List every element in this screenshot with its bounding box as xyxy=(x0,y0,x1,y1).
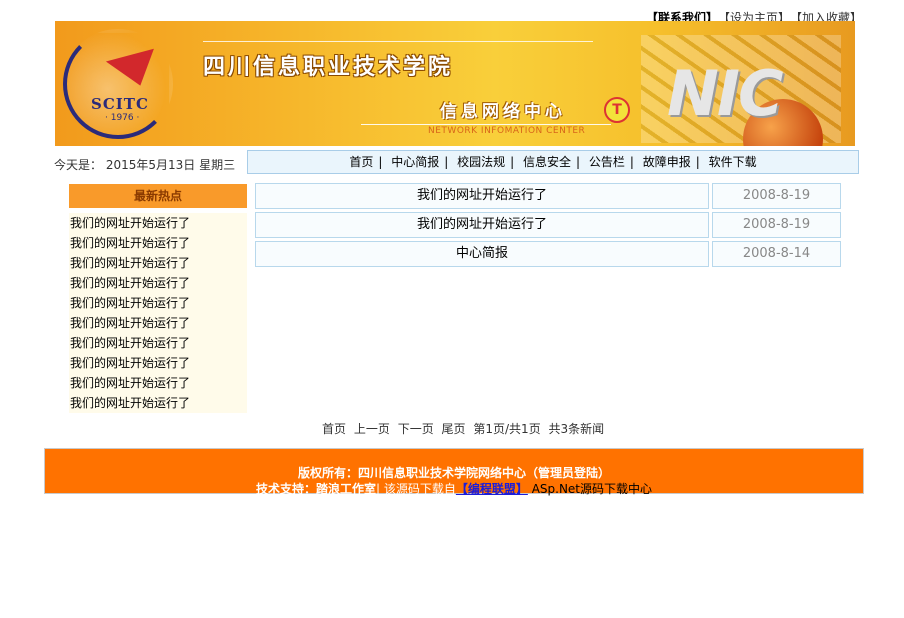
main-nav: 首页 | 中心简报 | 校园法规 | 信息安全 | 公告栏 | 故障申报 | 软件下载 xyxy=(247,150,859,174)
pagination: 首页 上一页 下一页 尾页 第1页/共1页 共3条新闻 xyxy=(322,420,608,437)
nav-separator: | xyxy=(629,155,634,169)
news-title[interactable]: 中心简报 xyxy=(255,241,709,267)
today-value: 2015年5月13日 星期三 xyxy=(105,158,236,172)
nav-separator: | xyxy=(378,155,383,169)
nav-separator: | xyxy=(695,155,700,169)
center-english-name: NETWORK INFOMATION CENTER xyxy=(428,126,586,136)
aspnet-link[interactable]: ASp.Net源码下载中心 xyxy=(528,482,652,496)
hot-news-item[interactable]: 我们的网址开始运行了 xyxy=(69,273,247,293)
banner-divider xyxy=(203,41,593,42)
nav-item-fault-report[interactable]: 故障申报 xyxy=(643,155,691,169)
hot-news-item[interactable]: 我们的网址开始运行了 xyxy=(69,373,247,393)
nav-item-download[interactable]: 软件下载 xyxy=(709,155,757,169)
t-mark-icon: T xyxy=(604,97,630,123)
pager-last[interactable]: 尾页 xyxy=(442,422,466,436)
news-title[interactable]: 我们的网址开始运行了 xyxy=(255,183,709,209)
pager-prev[interactable]: 上一页 xyxy=(354,422,390,436)
hot-news-item[interactable]: 我们的网址开始运行了 xyxy=(69,353,247,373)
logo-text: SCITC xyxy=(91,95,149,113)
today-date: 今天是： 2015年5月13日 星期三 xyxy=(54,156,235,173)
school-name: 四川信息职业技术学院 xyxy=(203,55,454,80)
nav-item-brief[interactable]: 中心简报 xyxy=(391,155,439,169)
download-from-text: | 该源码下载自 xyxy=(376,482,456,496)
footer-copyright-line: 版权所有：四川信息职业技术学院网络中心（管理员登陆） xyxy=(45,464,863,481)
nav-separator: | xyxy=(444,155,449,169)
nav-separator: | xyxy=(576,155,581,169)
studio-link[interactable]: 踏浪工作室 xyxy=(316,482,376,496)
today-label: 今天是： xyxy=(54,158,103,172)
hot-news-item[interactable]: 我们的网址开始运行了 xyxy=(69,313,247,333)
footer-support-line: 技术支持：踏浪工作室| 该源码下载自【编程联盟】 ASp.Net源码下载中心 xyxy=(45,480,863,497)
news-date: 2008-8-14 xyxy=(712,241,841,267)
hot-news-item[interactable]: 我们的网址开始运行了 xyxy=(69,233,247,253)
nav-item-rules[interactable]: 校园法规 xyxy=(457,155,505,169)
hot-news-list: 我们的网址开始运行了 我们的网址开始运行了 我们的网址开始运行了 我们的网址开始… xyxy=(69,213,247,413)
hot-news-item[interactable]: 我们的网址开始运行了 xyxy=(69,213,247,233)
logo-year: · 1976 · xyxy=(105,113,140,123)
hot-news-item[interactable]: 我们的网址开始运行了 xyxy=(69,393,247,413)
pager-total: 共3条新闻 xyxy=(548,422,605,436)
copyright-end: ） xyxy=(598,466,611,480)
nav-separator: | xyxy=(510,155,515,169)
hot-news-item[interactable]: 我们的网址开始运行了 xyxy=(69,333,247,353)
hot-news-item[interactable]: 我们的网址开始运行了 xyxy=(69,293,247,313)
copyright-text: 版权所有：四川信息职业技术学院网络中心（ xyxy=(297,466,538,480)
pager-page-info: 第1页/共1页 xyxy=(473,422,541,436)
news-title[interactable]: 我们的网址开始运行了 xyxy=(255,212,709,238)
nav-item-home[interactable]: 首页 xyxy=(349,155,373,169)
center-name: 信息网络中心 xyxy=(440,102,566,122)
news-date: 2008-8-19 xyxy=(712,183,841,209)
nav-item-security[interactable]: 信息安全 xyxy=(523,155,571,169)
union-link[interactable]: 【编程联盟】 xyxy=(456,482,528,496)
pager-first[interactable]: 首页 xyxy=(322,422,346,436)
news-date: 2008-8-19 xyxy=(712,212,841,238)
admin-login-link[interactable]: 管理员登陆 xyxy=(538,466,598,480)
pager-next[interactable]: 下一页 xyxy=(398,422,434,436)
nav-item-notice[interactable]: 公告栏 xyxy=(589,155,625,169)
footer: 版权所有：四川信息职业技术学院网络中心（管理员登陆） 技术支持：踏浪工作室| 该… xyxy=(44,448,864,497)
support-label: 技术支持： xyxy=(255,482,316,496)
nic-logo: NIC xyxy=(667,57,783,130)
banner-divider-2 xyxy=(361,124,611,125)
hot-news-item[interactable]: 我们的网址开始运行了 xyxy=(69,253,247,273)
hot-news-title: 最新热点 xyxy=(69,184,247,208)
header-banner: SCITC · 1976 · 四川信息职业技术学院 信息网络中心 NETWORK… xyxy=(55,21,855,146)
